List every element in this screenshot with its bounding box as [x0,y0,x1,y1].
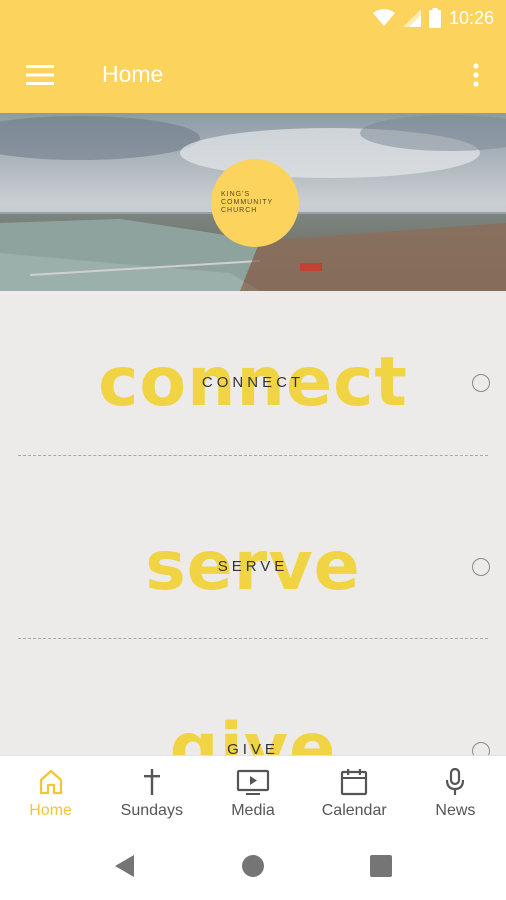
nav-item-sundays[interactable]: Sundays [101,756,202,832]
more-vert-icon [473,62,479,87]
cross-icon [143,769,160,795]
home-system-button[interactable] [189,832,317,900]
page-title: Home [102,61,164,87]
battery-icon [428,8,441,28]
wifi-icon [372,9,395,26]
home-icon [39,769,62,795]
media-icon [236,769,270,795]
menu-item-label: GIVE [227,741,279,755]
nav-label: Calendar [321,802,387,819]
nav-item-media[interactable]: Media [202,756,303,832]
signal-icon [402,9,421,27]
divider [18,638,488,639]
calendar-icon [341,769,368,796]
menu-button[interactable] [0,36,80,113]
hero-banner: KING'S COMMUNITY CHURCH [0,113,506,291]
back-button[interactable] [61,832,189,900]
menu-item-give[interactable]: give GIVE [0,657,506,755]
logo-line: KING'S [221,191,251,198]
status-icons [372,8,441,28]
overflow-menu-button[interactable] [446,36,506,113]
microphone-icon [446,768,465,795]
logo-line: COMMUNITY [221,199,274,206]
church-logo: KING'S COMMUNITY CHURCH [211,159,299,247]
nav-item-calendar[interactable]: Calendar [304,756,405,832]
menu-item-label: SERVE [217,558,289,575]
menu-list: connect CONNECT serve SERVE give GIVE [0,291,506,755]
nav-label: Sundays [120,802,183,819]
divider [18,455,488,456]
hamburger-icon [26,64,54,85]
nav-item-home[interactable]: Home [0,756,101,832]
status-bar: 10:26 [0,0,506,36]
radio-button[interactable] [472,374,490,392]
bottom-navigation: Home Sundays Media Calendar News [0,755,506,832]
status-time: 10:26 [448,7,494,28]
radio-button[interactable] [472,742,490,755]
back-icon [115,855,134,877]
circle-home-icon [242,855,264,877]
square-recents-icon [370,855,392,877]
nav-label: News [435,802,476,819]
menu-item-label: CONNECT [201,374,305,391]
radio-button[interactable] [472,558,490,576]
menu-item-serve[interactable]: serve SERVE [0,474,506,657]
nav-item-news[interactable]: News [405,756,506,832]
system-navigation-bar [0,832,506,900]
menu-item-connect[interactable]: connect CONNECT [0,291,506,474]
nav-label: Home [29,802,72,819]
nav-label: Media [231,802,275,819]
recents-button[interactable] [317,832,445,900]
app-bar: Home [0,36,506,113]
logo-line: CHURCH [221,207,258,214]
